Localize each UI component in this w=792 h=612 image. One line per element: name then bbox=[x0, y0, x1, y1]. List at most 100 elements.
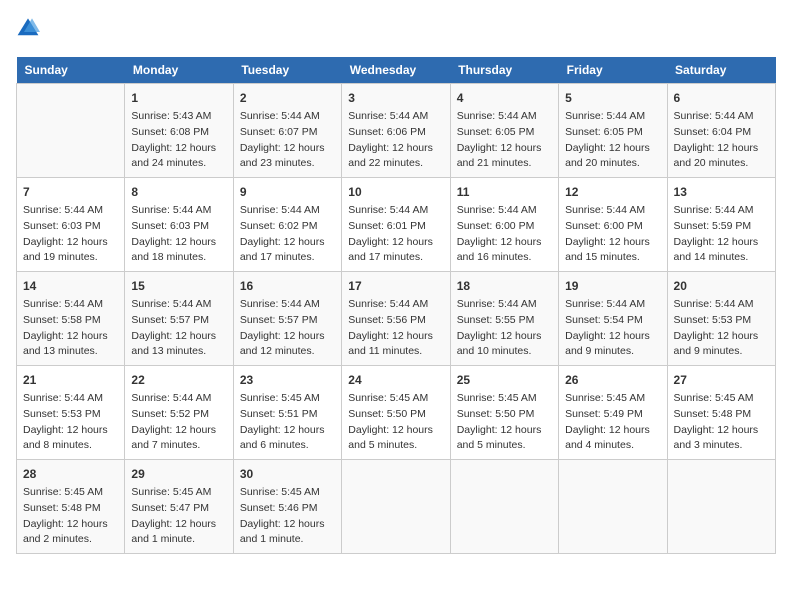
day-number: 24 bbox=[348, 371, 443, 389]
day-info: Sunrise: 5:45 AM Sunset: 5:48 PM Dayligh… bbox=[674, 391, 769, 454]
day-number: 22 bbox=[131, 371, 226, 389]
day-info: Sunrise: 5:44 AM Sunset: 5:58 PM Dayligh… bbox=[23, 297, 118, 360]
week-row-5: 28 Sunrise: 5:45 AM Sunset: 5:48 PM Dayli… bbox=[17, 460, 776, 554]
day-number: 15 bbox=[131, 277, 226, 295]
calendar-cell bbox=[667, 460, 775, 554]
week-row-3: 14 Sunrise: 5:44 AM Sunset: 5:58 PM Dayli… bbox=[17, 272, 776, 366]
day-number: 26 bbox=[565, 371, 660, 389]
day-number: 14 bbox=[23, 277, 118, 295]
calendar-body: 1 Sunrise: 5:43 AM Sunset: 6:08 PM Daylig… bbox=[17, 84, 776, 554]
day-number: 30 bbox=[240, 465, 335, 483]
calendar-cell: 21 Sunrise: 5:44 AM Sunset: 5:53 PM Dayli… bbox=[17, 366, 125, 460]
day-info: Sunrise: 5:44 AM Sunset: 5:55 PM Dayligh… bbox=[457, 297, 552, 360]
calendar-cell: 7 Sunrise: 5:44 AM Sunset: 6:03 PM Daylig… bbox=[17, 178, 125, 272]
calendar-cell: 11 Sunrise: 5:44 AM Sunset: 6:00 PM Dayli… bbox=[450, 178, 558, 272]
day-header-monday: Monday bbox=[125, 57, 233, 84]
calendar-cell: 26 Sunrise: 5:45 AM Sunset: 5:49 PM Dayli… bbox=[559, 366, 667, 460]
calendar-cell: 29 Sunrise: 5:45 AM Sunset: 5:47 PM Dayli… bbox=[125, 460, 233, 554]
day-info: Sunrise: 5:44 AM Sunset: 6:01 PM Dayligh… bbox=[348, 203, 443, 266]
calendar-cell: 17 Sunrise: 5:44 AM Sunset: 5:56 PM Dayli… bbox=[342, 272, 450, 366]
day-header-saturday: Saturday bbox=[667, 57, 775, 84]
calendar-cell: 5Sunrise: 5:44 AM Sunset: 6:05 PM Daylig… bbox=[559, 84, 667, 178]
calendar-cell: 27Sunrise: 5:45 AM Sunset: 5:48 PM Dayli… bbox=[667, 366, 775, 460]
day-number: 17 bbox=[348, 277, 443, 295]
calendar-cell: 25 Sunrise: 5:45 AM Sunset: 5:50 PM Dayli… bbox=[450, 366, 558, 460]
day-info: Sunrise: 5:44 AM Sunset: 6:03 PM Dayligh… bbox=[131, 203, 226, 266]
calendar-cell: 9 Sunrise: 5:44 AM Sunset: 6:02 PM Daylig… bbox=[233, 178, 341, 272]
day-info: Sunrise: 5:44 AM Sunset: 6:06 PM Dayligh… bbox=[348, 109, 443, 172]
day-number: 16 bbox=[240, 277, 335, 295]
logo bbox=[16, 16, 42, 45]
day-info: Sunrise: 5:44 AM Sunset: 6:07 PM Dayligh… bbox=[240, 109, 335, 172]
day-number: 18 bbox=[457, 277, 552, 295]
day-number: 9 bbox=[240, 183, 335, 201]
day-info: Sunrise: 5:45 AM Sunset: 5:50 PM Dayligh… bbox=[348, 391, 443, 454]
day-info: Sunrise: 5:45 AM Sunset: 5:50 PM Dayligh… bbox=[457, 391, 552, 454]
calendar-cell: 13 Sunrise: 5:44 AM Sunset: 5:59 PM Dayli… bbox=[667, 178, 775, 272]
day-number: 29 bbox=[131, 465, 226, 483]
day-info: Sunrise: 5:44 AM Sunset: 5:54 PM Dayligh… bbox=[565, 297, 660, 360]
day-number: 11 bbox=[457, 183, 552, 201]
day-number: 5 bbox=[565, 89, 660, 107]
day-number: 7 bbox=[23, 183, 118, 201]
day-info: Sunrise: 5:44 AM Sunset: 5:57 PM Dayligh… bbox=[240, 297, 335, 360]
calendar-cell bbox=[342, 460, 450, 554]
day-info: Sunrise: 5:44 AM Sunset: 6:02 PM Dayligh… bbox=[240, 203, 335, 266]
day-header-tuesday: Tuesday bbox=[233, 57, 341, 84]
calendar-cell: 18 Sunrise: 5:44 AM Sunset: 5:55 PM Dayli… bbox=[450, 272, 558, 366]
calendar-cell: 30 Sunrise: 5:45 AM Sunset: 5:46 PM Dayli… bbox=[233, 460, 341, 554]
calendar-cell: 20Sunrise: 5:44 AM Sunset: 5:53 PM Dayli… bbox=[667, 272, 775, 366]
day-info: Sunrise: 5:44 AM Sunset: 5:57 PM Dayligh… bbox=[131, 297, 226, 360]
day-number: 19 bbox=[565, 277, 660, 295]
day-number: 20 bbox=[674, 277, 769, 295]
day-info: Sunrise: 5:44 AM Sunset: 5:52 PM Dayligh… bbox=[131, 391, 226, 454]
day-info: Sunrise: 5:44 AM Sunset: 6:05 PM Dayligh… bbox=[457, 109, 552, 172]
day-info: Sunrise: 5:44 AM Sunset: 6:03 PM Dayligh… bbox=[23, 203, 118, 266]
day-info: Sunrise: 5:44 AM Sunset: 6:00 PM Dayligh… bbox=[457, 203, 552, 266]
day-number: 28 bbox=[23, 465, 118, 483]
day-number: 25 bbox=[457, 371, 552, 389]
header bbox=[16, 16, 776, 45]
calendar-cell: 19 Sunrise: 5:44 AM Sunset: 5:54 PM Dayli… bbox=[559, 272, 667, 366]
calendar-cell: 4Sunrise: 5:44 AM Sunset: 6:05 PM Daylig… bbox=[450, 84, 558, 178]
day-info: Sunrise: 5:45 AM Sunset: 5:51 PM Dayligh… bbox=[240, 391, 335, 454]
day-number: 6 bbox=[674, 89, 769, 107]
day-header-wednesday: Wednesday bbox=[342, 57, 450, 84]
calendar-cell: 8Sunrise: 5:44 AM Sunset: 6:03 PM Daylig… bbox=[125, 178, 233, 272]
day-info: Sunrise: 5:44 AM Sunset: 5:53 PM Dayligh… bbox=[23, 391, 118, 454]
day-number: 23 bbox=[240, 371, 335, 389]
day-info: Sunrise: 5:45 AM Sunset: 5:49 PM Dayligh… bbox=[565, 391, 660, 454]
day-info: Sunrise: 5:45 AM Sunset: 5:46 PM Dayligh… bbox=[240, 485, 335, 548]
calendar-cell bbox=[17, 84, 125, 178]
calendar-cell: 16 Sunrise: 5:44 AM Sunset: 5:57 PM Dayli… bbox=[233, 272, 341, 366]
day-header-sunday: Sunday bbox=[17, 57, 125, 84]
day-number: 21 bbox=[23, 371, 118, 389]
calendar-cell: 23 Sunrise: 5:45 AM Sunset: 5:51 PM Dayli… bbox=[233, 366, 341, 460]
calendar-table: SundayMondayTuesdayWednesdayThursdayFrid… bbox=[16, 57, 776, 554]
day-number: 12 bbox=[565, 183, 660, 201]
day-header-thursday: Thursday bbox=[450, 57, 558, 84]
day-header-friday: Friday bbox=[559, 57, 667, 84]
day-number: 13 bbox=[674, 183, 769, 201]
calendar-cell: 10Sunrise: 5:44 AM Sunset: 6:01 PM Dayli… bbox=[342, 178, 450, 272]
calendar-cell: 15 Sunrise: 5:44 AM Sunset: 5:57 PM Dayli… bbox=[125, 272, 233, 366]
day-info: Sunrise: 5:44 AM Sunset: 6:04 PM Dayligh… bbox=[674, 109, 769, 172]
calendar-cell: 3 Sunrise: 5:44 AM Sunset: 6:06 PM Daylig… bbox=[342, 84, 450, 178]
calendar-cell: 6 Sunrise: 5:44 AM Sunset: 6:04 PM Daylig… bbox=[667, 84, 775, 178]
day-info: Sunrise: 5:45 AM Sunset: 5:47 PM Dayligh… bbox=[131, 485, 226, 548]
day-info: Sunrise: 5:43 AM Sunset: 6:08 PM Dayligh… bbox=[131, 109, 226, 172]
calendar-cell: 2 Sunrise: 5:44 AM Sunset: 6:07 PM Daylig… bbox=[233, 84, 341, 178]
calendar-cell: 12Sunrise: 5:44 AM Sunset: 6:00 PM Dayli… bbox=[559, 178, 667, 272]
calendar-cell bbox=[559, 460, 667, 554]
day-info: Sunrise: 5:45 AM Sunset: 5:48 PM Dayligh… bbox=[23, 485, 118, 548]
calendar-cell: 22 Sunrise: 5:44 AM Sunset: 5:52 PM Dayli… bbox=[125, 366, 233, 460]
day-info: Sunrise: 5:44 AM Sunset: 5:56 PM Dayligh… bbox=[348, 297, 443, 360]
week-row-2: 7 Sunrise: 5:44 AM Sunset: 6:03 PM Daylig… bbox=[17, 178, 776, 272]
day-number: 3 bbox=[348, 89, 443, 107]
day-info: Sunrise: 5:44 AM Sunset: 5:59 PM Dayligh… bbox=[674, 203, 769, 266]
day-number: 2 bbox=[240, 89, 335, 107]
calendar-cell bbox=[450, 460, 558, 554]
week-row-1: 1 Sunrise: 5:43 AM Sunset: 6:08 PM Daylig… bbox=[17, 84, 776, 178]
day-number: 1 bbox=[131, 89, 226, 107]
calendar-cell: 1 Sunrise: 5:43 AM Sunset: 6:08 PM Daylig… bbox=[125, 84, 233, 178]
